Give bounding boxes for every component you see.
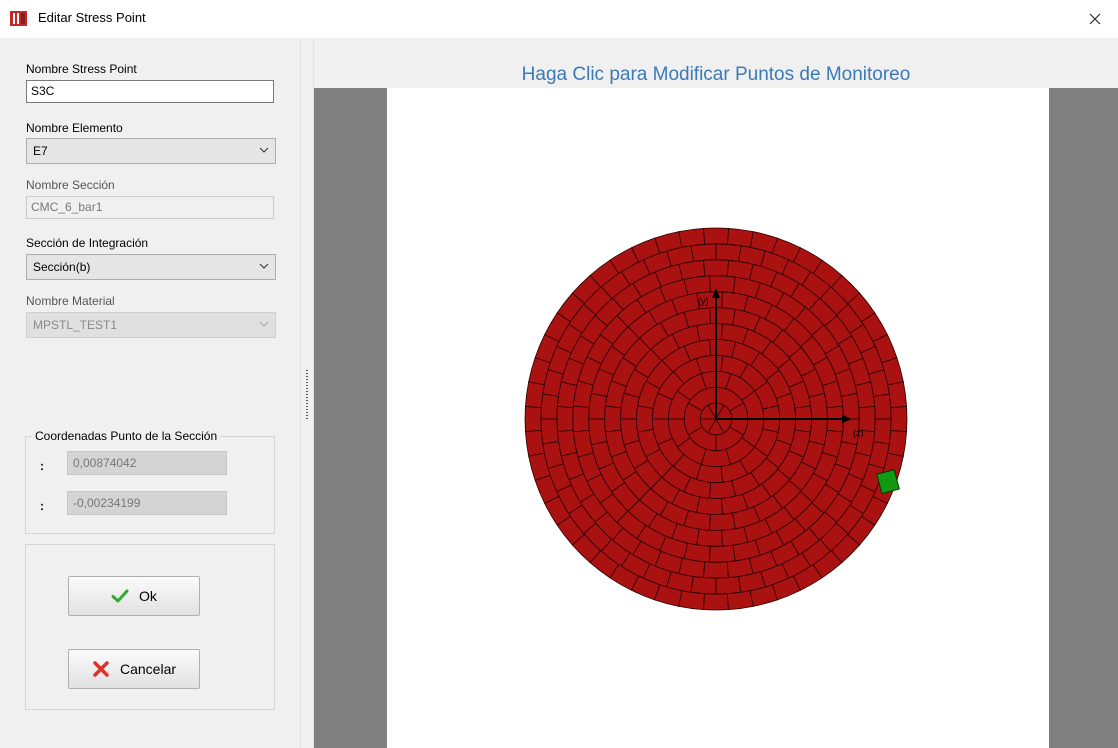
fiber-cell[interactable]: [703, 259, 729, 277]
close-icon[interactable]: [1089, 13, 1101, 25]
ok-button-label: Ok: [139, 588, 157, 604]
canvas-area: (y) (z): [314, 88, 1118, 748]
fiber-cell[interactable]: [887, 430, 908, 457]
fiber-cell[interactable]: [588, 392, 608, 420]
section-coordinates-group: Coordenadas Punto de la Sección : 0,0087…: [25, 429, 275, 534]
chevron-down-icon: [259, 147, 269, 153]
integration-section-value: Sección(b): [33, 260, 91, 274]
fiber-cell[interactable]: [708, 480, 737, 499]
fiber-cell[interactable]: [727, 227, 754, 248]
y-axis-label: (y): [698, 296, 709, 306]
panel-splitter[interactable]: [300, 38, 314, 748]
fiber-cell[interactable]: [840, 392, 860, 420]
actions-group: Ok Cancelar: [25, 544, 275, 710]
view-heading: Haga Clic para Modificar Puntos de Monit…: [521, 64, 911, 85]
fiber-cell[interactable]: [715, 576, 742, 595]
fiber-cell[interactable]: [808, 418, 828, 446]
material-name-select: MPSTL_TEST1: [26, 312, 276, 338]
fiber-cell[interactable]: [715, 243, 742, 262]
element-name-label: Nombre Elemento: [26, 121, 123, 135]
fiber-cell[interactable]: [873, 393, 892, 420]
ok-button[interactable]: Ok: [68, 576, 200, 616]
coord-y-colon: :: [40, 459, 44, 473]
material-name-value: MPSTL_TEST1: [33, 318, 118, 332]
fiber-cell[interactable]: [873, 418, 892, 445]
material-name-label: Nombre Material: [26, 294, 115, 308]
fiber-cell[interactable]: [727, 590, 754, 611]
fiber-cell[interactable]: [709, 544, 736, 563]
fiber-cell[interactable]: [808, 392, 828, 420]
fiber-cell[interactable]: [887, 381, 908, 408]
fiber-cell[interactable]: [703, 227, 729, 245]
window-title: Editar Stress Point: [38, 10, 146, 25]
fiber-section-mesh[interactable]: (y) (z): [387, 88, 1049, 748]
fiber-cell[interactable]: [604, 405, 622, 433]
fiber-cell[interactable]: [588, 418, 608, 446]
fiber-cell[interactable]: [524, 430, 545, 457]
fiber-cell[interactable]: [572, 405, 590, 433]
checkmark-icon: [111, 589, 129, 603]
integration-section-label: Sección de Integración: [26, 236, 149, 250]
section-canvas[interactable]: (y) (z): [387, 88, 1049, 748]
chevron-down-icon: [259, 263, 269, 269]
fiber-cell[interactable]: [890, 406, 908, 432]
fiber-cell[interactable]: [524, 406, 542, 432]
fiber-cell[interactable]: [540, 418, 559, 445]
fiber-cell[interactable]: [690, 243, 717, 262]
properties-panel: Nombre Stress Point S3C Nombre Elemento …: [0, 38, 300, 748]
fiber-cell[interactable]: [696, 528, 723, 547]
coord-z-colon: :: [40, 499, 44, 513]
fiber-cell[interactable]: [696, 323, 723, 342]
fiber-cell[interactable]: [703, 593, 729, 611]
fiber-cell[interactable]: [556, 406, 574, 432]
fiber-cell[interactable]: [696, 496, 723, 515]
integration-section-select[interactable]: Sección(b): [26, 254, 276, 280]
fiber-cell[interactable]: [708, 339, 737, 358]
fiber-cell[interactable]: [709, 512, 736, 531]
section-name-label: Nombre Sección: [26, 178, 115, 192]
cancel-button-label: Cancelar: [119, 661, 177, 677]
app-book-icon: [10, 11, 27, 26]
title-bar: Editar Stress Point: [0, 0, 1118, 38]
splitter-grip-icon[interactable]: [306, 370, 308, 420]
element-name-value: E7: [33, 144, 48, 158]
fiber-cell[interactable]: [678, 227, 705, 248]
fiber-cell[interactable]: [678, 590, 705, 611]
fiber-cell[interactable]: [709, 275, 736, 294]
fiber-cell[interactable]: [636, 405, 654, 433]
fiber-cell[interactable]: [695, 463, 724, 484]
fiber-cell[interactable]: [703, 561, 729, 579]
cancel-button[interactable]: Cancelar: [68, 649, 200, 689]
fiber-cell[interactable]: [524, 381, 545, 408]
element-name-select[interactable]: E7: [26, 138, 276, 164]
fiber-cell[interactable]: [540, 393, 559, 420]
coord-z-field: -0,00234199: [67, 491, 227, 515]
chevron-down-icon: [259, 321, 269, 327]
section-name-field: CMC_6_bar1: [26, 196, 274, 219]
stress-point-name-label: Nombre Stress Point: [26, 62, 137, 76]
close-button[interactable]: [1072, 0, 1118, 38]
cancel-x-icon: [93, 661, 109, 677]
fiber-cell[interactable]: [690, 576, 717, 595]
coord-y-field: 0,00874042: [67, 451, 227, 475]
stress-point-name-input[interactable]: S3C: [26, 80, 274, 103]
z-axis-label: (z): [853, 428, 864, 438]
section-coordinates-title: Coordenadas Punto de la Sección: [32, 429, 221, 443]
section-view-panel: Haga Clic para Modificar Puntos de Monit…: [314, 38, 1118, 748]
fiber-cell[interactable]: [709, 307, 736, 326]
